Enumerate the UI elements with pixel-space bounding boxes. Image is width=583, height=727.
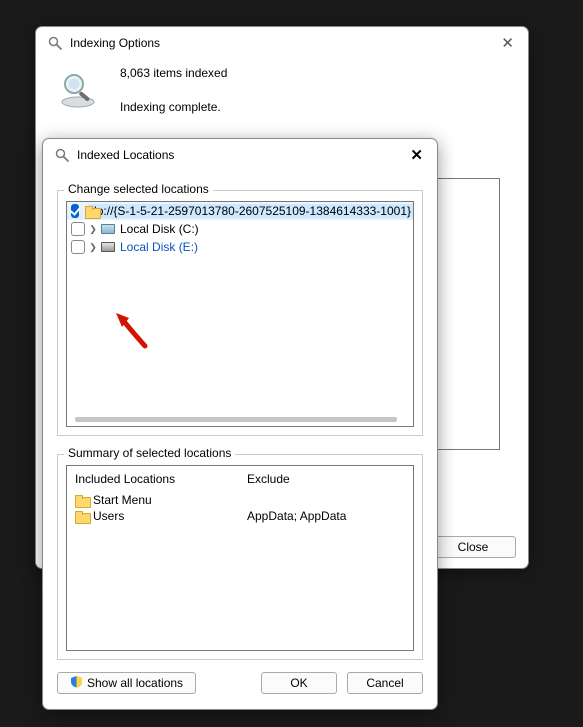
- close-icon[interactable]: ✕: [406, 146, 427, 164]
- tree-row-label: Local Disk (E:): [118, 240, 200, 254]
- exclude-header: Exclude: [247, 472, 346, 486]
- summary-group: Summary of selected locations Included L…: [57, 454, 423, 660]
- drive-icon: [101, 224, 115, 234]
- summary-exclude-cell: [247, 492, 346, 508]
- summary-row[interactable]: Start Menu: [75, 492, 231, 508]
- change-locations-legend: Change selected locations: [64, 182, 213, 196]
- drive-icon: [101, 242, 115, 252]
- search-icon: [46, 35, 64, 51]
- tree-row-label: Local Disk (C:): [118, 222, 201, 236]
- titlebar[interactable]: Indexed Locations ✕: [43, 139, 437, 168]
- summary-legend: Summary of selected locations: [64, 446, 235, 460]
- summary-row-name: Start Menu: [93, 493, 152, 507]
- tree-row-label: dp://{S-1-5-21-2597013780-2607525109-138…: [88, 204, 413, 218]
- summary-row[interactable]: Users: [75, 508, 231, 524]
- locations-tree[interactable]: dp://{S-1-5-21-2597013780-2607525109-138…: [66, 201, 414, 427]
- ok-button[interactable]: OK: [261, 672, 337, 694]
- window-title: Indexing Options: [70, 36, 497, 50]
- items-indexed-text: 8,063 items indexed: [120, 62, 227, 84]
- shield-icon: [70, 675, 83, 691]
- folder-icon: [75, 495, 89, 506]
- checkbox[interactable]: [71, 222, 85, 236]
- annotation-arrow-icon: [113, 310, 153, 350]
- cancel-button[interactable]: Cancel: [347, 672, 423, 694]
- close-button[interactable]: Close: [430, 536, 516, 558]
- summary-exclude-cell: AppData; AppData: [247, 508, 346, 524]
- change-locations-group: Change selected locations dp://{S-1-5-21…: [57, 190, 423, 436]
- summary-table: Included Locations Start Menu Users Excl…: [66, 465, 414, 651]
- tree-row[interactable]: ❯ Local Disk (C:): [67, 220, 413, 238]
- indexed-locations-window: Indexed Locations ✕ Change selected loca…: [42, 138, 438, 710]
- indexing-status-text: Indexing complete.: [120, 96, 227, 118]
- expand-icon[interactable]: ❯: [88, 242, 98, 252]
- included-header: Included Locations: [75, 472, 231, 486]
- close-icon[interactable]: ✕: [497, 34, 518, 52]
- show-all-locations-button[interactable]: Show all locations: [57, 672, 196, 694]
- tree-row[interactable]: dp://{S-1-5-21-2597013780-2607525109-138…: [67, 202, 413, 220]
- tree-row[interactable]: ❯ Local Disk (E:): [67, 238, 413, 256]
- window-title: Indexed Locations: [77, 148, 406, 162]
- checkbox[interactable]: [71, 204, 79, 218]
- search-icon: [53, 147, 71, 163]
- titlebar[interactable]: Indexing Options ✕: [36, 27, 528, 56]
- magnifier-icon: [58, 70, 98, 110]
- horizontal-scrollbar[interactable]: [75, 417, 397, 422]
- folder-icon: [75, 511, 89, 522]
- expand-icon[interactable]: ❯: [88, 224, 98, 234]
- summary-row-name: Users: [93, 509, 124, 523]
- checkbox[interactable]: [71, 240, 85, 254]
